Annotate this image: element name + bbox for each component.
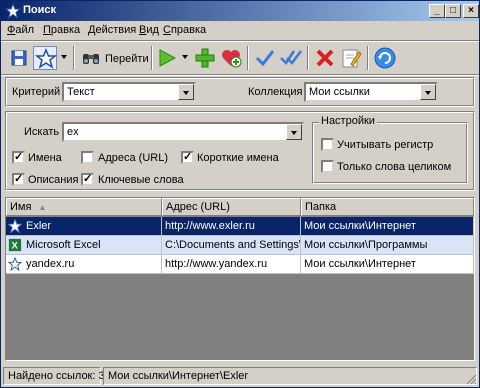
names-label: Имена xyxy=(28,152,62,164)
star-icon xyxy=(8,257,22,271)
table-row[interactable]: X Microsoft Excel C:\Documents and Setti… xyxy=(6,236,474,255)
short-names-checkbox[interactable] xyxy=(181,150,194,164)
chevron-down-icon[interactable] xyxy=(182,55,188,59)
toolbar: Перейти xyxy=(1,42,479,74)
menu-edit[interactable]: Правка xyxy=(43,24,80,36)
search-panel: Искать ex Имена Адреса (URL) Короткие им… xyxy=(5,111,475,191)
descriptions-label: Описания xyxy=(28,174,79,186)
refresh-icon xyxy=(374,47,396,69)
play-icon xyxy=(159,49,177,67)
search-label: Искать xyxy=(24,126,60,138)
edit-button[interactable] xyxy=(339,46,363,70)
save-icon xyxy=(11,50,27,66)
criteria-select[interactable]: Текст xyxy=(62,82,196,102)
names-checkbox[interactable] xyxy=(12,150,25,164)
status-count: Найдено ссылок: 3 xyxy=(3,367,105,385)
settings-group: Настройки Учитывать регистр Только слова… xyxy=(312,115,468,184)
case-label: Учитывать регистр xyxy=(337,139,434,151)
star-icon xyxy=(5,3,21,19)
status-bar: Найдено ссылок: 3 Мои ссылки\Интернет\Ex… xyxy=(1,365,479,387)
maximize-button[interactable]: □ xyxy=(445,4,461,18)
header-folder[interactable]: Папка xyxy=(301,198,474,216)
chevron-down-icon[interactable] xyxy=(61,55,67,59)
edit-icon xyxy=(342,49,362,68)
menu-bar: Файл Правка Действия Вид Справка xyxy=(1,21,479,40)
excel-icon: X xyxy=(8,238,22,252)
menu-actions[interactable]: Действия xyxy=(88,24,136,36)
short-names-label: Короткие имена xyxy=(197,152,279,164)
close-button[interactable]: × xyxy=(463,4,479,18)
keywords-checkbox[interactable] xyxy=(81,172,94,186)
check-button[interactable] xyxy=(253,46,277,70)
resize-grip-icon[interactable] xyxy=(465,373,477,385)
star-icon xyxy=(8,219,22,233)
header-url[interactable]: Адрес (URL) xyxy=(162,198,301,216)
collection-label: Коллекция xyxy=(248,86,303,98)
whole-words-checkbox[interactable] xyxy=(321,160,334,173)
criteria-panel: Критерий Текст Коллекция Мои ссылки xyxy=(5,77,475,107)
results-grid[interactable]: Имя ▲ Адрес (URL) Папка Exler http://www… xyxy=(5,197,475,361)
settings-legend: Настройки xyxy=(319,115,377,127)
whole-words-label: Только слова целиком xyxy=(337,161,452,173)
search-input[interactable]: ex xyxy=(62,122,304,142)
window-title: Поиск xyxy=(23,4,57,16)
grid-header: Имя ▲ Адрес (URL) Папка xyxy=(6,198,474,216)
menu-help[interactable]: Справка xyxy=(163,24,206,36)
heart-plus-icon xyxy=(222,50,242,68)
case-checkbox[interactable] xyxy=(321,138,334,151)
criteria-label: Критерий xyxy=(12,86,61,98)
sort-asc-icon: ▲ xyxy=(38,203,47,212)
search-window: Поиск _ □ × Файл Правка Действия Вид Спр… xyxy=(0,0,480,388)
favorites-button[interactable] xyxy=(33,46,58,70)
run-button[interactable] xyxy=(155,46,179,70)
urls-checkbox[interactable] xyxy=(81,151,94,164)
save-button[interactable] xyxy=(7,46,31,70)
title-bar[interactable]: Поиск _ □ × xyxy=(1,1,479,21)
minimize-button[interactable]: _ xyxy=(429,4,445,18)
menu-view[interactable]: Вид xyxy=(139,24,159,36)
collection-select[interactable]: Мои ссылки xyxy=(304,82,438,102)
check-all-button[interactable] xyxy=(279,46,303,70)
delete-icon xyxy=(316,49,334,67)
plus-icon xyxy=(195,48,215,68)
star-icon xyxy=(34,48,58,69)
header-name[interactable]: Имя ▲ xyxy=(6,198,162,216)
add-button[interactable] xyxy=(193,46,217,70)
status-path: Мои ссылки\Интернет\Exler xyxy=(103,367,477,385)
double-check-icon xyxy=(280,50,302,65)
delete-button[interactable] xyxy=(313,46,337,70)
table-row[interactable]: Exler http://www.exler.ru Мои ссылки\Инт… xyxy=(6,217,474,236)
add-favorite-button[interactable] xyxy=(219,46,243,70)
urls-label: Адреса (URL) xyxy=(98,152,168,164)
go-label: Перейти xyxy=(105,53,149,65)
menu-file[interactable]: Файл xyxy=(7,24,34,36)
keywords-label: Ключевые слова xyxy=(98,174,184,186)
refresh-button[interactable] xyxy=(373,46,397,70)
descriptions-checkbox[interactable] xyxy=(12,172,25,186)
check-icon xyxy=(255,50,275,67)
binoculars-icon xyxy=(83,54,99,64)
table-row[interactable]: yandex.ru http://www.yandex.ru Мои ссылк… xyxy=(6,255,474,274)
svg-text:X: X xyxy=(12,241,19,252)
